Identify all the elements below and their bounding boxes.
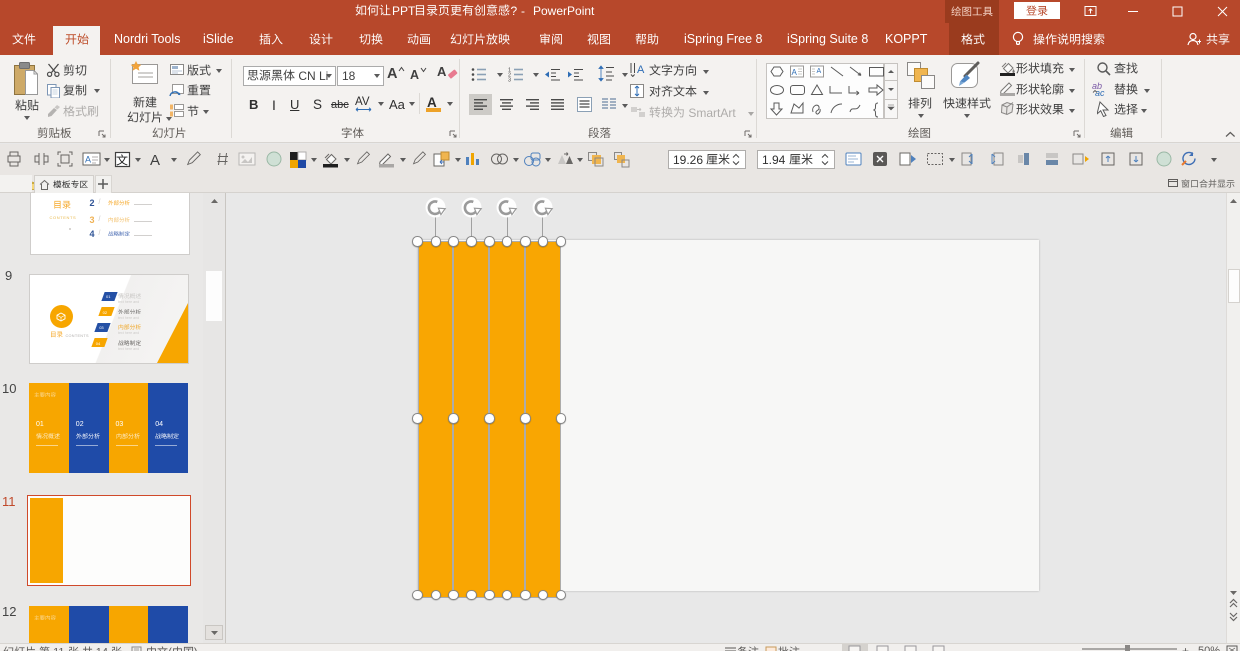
svg-text:A: A	[816, 68, 821, 75]
svg-text:A: A	[637, 64, 645, 76]
svg-text:A: A	[791, 68, 797, 77]
svg-text:A: A	[150, 152, 160, 168]
svg-text:3: 3	[508, 78, 511, 84]
svg-text:A: A	[85, 155, 91, 165]
